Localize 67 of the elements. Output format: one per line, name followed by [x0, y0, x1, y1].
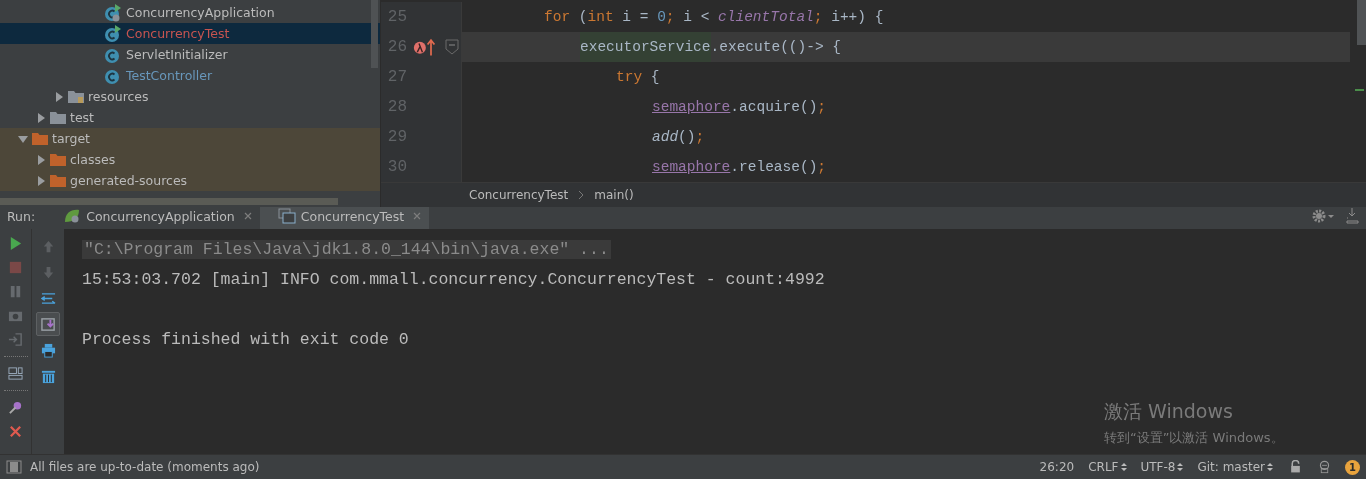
expand-arrow-icon[interactable]	[18, 133, 28, 144]
tree-row[interactable]: ConcurrencyTest	[0, 23, 380, 44]
code-line: try {	[615, 68, 661, 87]
lock-icon[interactable]	[1289, 460, 1302, 474]
layout-icon[interactable]	[8, 366, 23, 381]
tree-item-label: classes	[70, 152, 116, 167]
folder-icon	[68, 89, 84, 104]
close-icon[interactable]	[243, 212, 252, 220]
folder-icon	[32, 131, 48, 146]
pin-icon[interactable]	[8, 400, 23, 415]
expand-arrow-icon[interactable]	[36, 175, 46, 186]
breadcrumb[interactable]: ConcurrencyTest	[469, 188, 569, 202]
cursor-position[interactable]: 26:20	[1039, 460, 1075, 474]
updown-icon	[1267, 462, 1273, 472]
expand-arrow-icon[interactable]	[54, 91, 64, 102]
tree-row[interactable]: ConcurrencyApplication	[0, 2, 380, 23]
notification-badge[interactable]: 1	[1345, 459, 1360, 475]
tree-item-label: generated-sources	[70, 173, 188, 188]
updown-icon	[1177, 462, 1184, 472]
branch-selector[interactable]: Git: master	[1197, 460, 1273, 474]
folder-icon	[50, 152, 66, 167]
tree-item-label: resources	[88, 89, 149, 104]
expand-arrow-icon[interactable]	[36, 154, 46, 165]
console-line: Process finished with exit code 0	[82, 329, 409, 349]
close-icon[interactable]	[8, 424, 23, 439]
leaf-icon	[63, 208, 82, 224]
tree-row[interactable]: classes	[0, 149, 380, 170]
breadcrumb[interactable]: main()	[594, 188, 634, 202]
tree-row[interactable]: resources	[0, 86, 380, 107]
scroll-end-icon[interactable]	[36, 312, 60, 336]
tree-row[interactable]: ServletInitializer	[0, 44, 380, 65]
code-line: for (int i = 0; i < clientTotal; i++) {	[543, 8, 885, 27]
tree-item-label: ConcurrencyApplication	[126, 5, 275, 20]
close-icon[interactable]	[413, 212, 422, 220]
activation-notice-text: 转到“设置”以激活 Windows。	[1104, 429, 1284, 447]
rerun-icon[interactable]	[8, 236, 23, 251]
line-separator-selector[interactable]: CRLF	[1088, 460, 1127, 474]
tree-item-label: TestController	[126, 68, 213, 83]
folder-icon	[50, 173, 66, 188]
fold-marker-icon[interactable]	[445, 39, 459, 55]
scrollbar[interactable]	[1357, 0, 1366, 45]
change-marker	[1355, 89, 1364, 91]
tree-item-label: ServletInitializer	[126, 47, 228, 62]
tree-row[interactable]: target	[0, 128, 380, 149]
console-line: 15:53:03.702 [main] INFO com.mmall.concurrency.ConcurrencyTest - count:4992	[82, 269, 825, 289]
lambda-override-icon[interactable]	[413, 37, 437, 57]
expand-arrow-icon[interactable]	[36, 112, 46, 123]
panel-title: Run:	[6, 208, 37, 224]
scrollbar[interactable]	[0, 198, 338, 205]
chevron-icon	[578, 190, 585, 200]
folder-icon	[50, 110, 66, 125]
status-message: All files are up-to-date (moments ago)	[30, 460, 260, 474]
tree-row[interactable]: TestController	[0, 65, 380, 86]
tree-item-label: test	[70, 110, 94, 125]
tree-row[interactable]: generated-sources	[0, 170, 380, 191]
panel-toggle-icon[interactable]	[6, 460, 22, 474]
scrollbar[interactable]	[371, 0, 378, 68]
tree-item-label: ConcurrencyTest	[126, 26, 230, 41]
code-line: add();	[651, 128, 706, 147]
code-line: semaphore.release();	[651, 158, 828, 177]
hide-panel-icon[interactable]	[1346, 208, 1360, 224]
activation-notice-title: 激活 Windows	[1104, 399, 1234, 424]
encoding-selector[interactable]: UTF-8	[1140, 460, 1184, 474]
tree-item-label: target	[52, 131, 90, 146]
code-line: semaphore.acquire();	[651, 98, 828, 117]
tree-row[interactable]: test	[0, 107, 380, 128]
updown-icon	[1120, 462, 1127, 472]
